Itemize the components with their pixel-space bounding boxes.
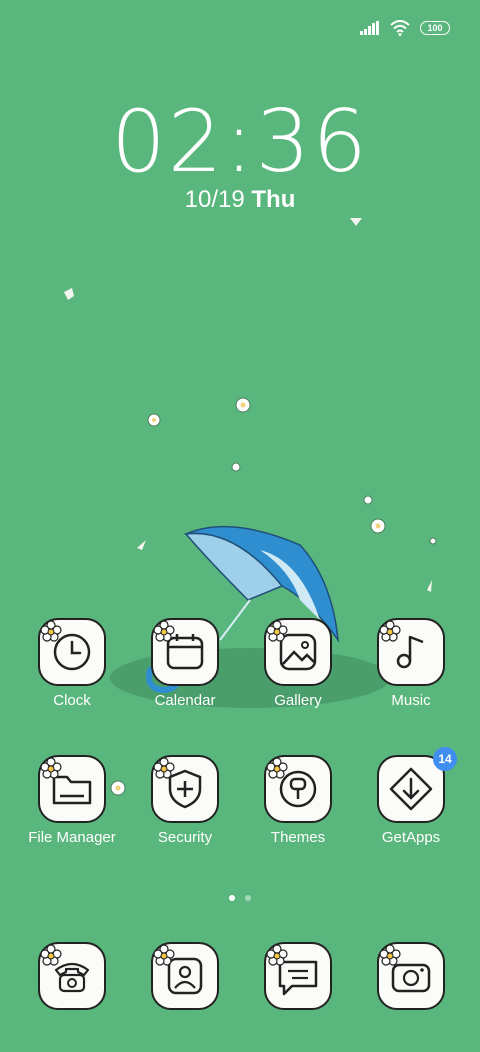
app-calendar[interactable]: Calendar xyxy=(130,618,240,728)
app-music[interactable]: Music xyxy=(356,618,466,728)
app-label: File Manager xyxy=(28,829,116,846)
dock-camera[interactable] xyxy=(356,942,466,1052)
signal-bars-icon xyxy=(360,21,379,35)
app-label: GetApps xyxy=(381,829,441,846)
flower-decoration-icon xyxy=(266,757,288,779)
wifi-icon xyxy=(390,20,410,36)
page-indicator[interactable] xyxy=(0,895,480,901)
flower-decoration-icon xyxy=(40,620,62,642)
page-dot[interactable] xyxy=(245,895,251,901)
flower-decoration-icon xyxy=(153,944,175,966)
app-label: Calendar xyxy=(154,692,216,709)
app-clock[interactable]: Clock xyxy=(17,618,127,728)
flower-decoration-icon xyxy=(379,620,401,642)
flower-decoration-icon xyxy=(266,944,288,966)
flower-decoration-icon xyxy=(40,757,62,779)
app-file-manager[interactable]: File Manager xyxy=(17,755,127,865)
status-bar: 100 xyxy=(360,18,450,38)
battery-indicator: 100 xyxy=(420,21,450,35)
app-label: Security xyxy=(157,829,213,846)
flower-decoration-icon xyxy=(266,620,288,642)
app-label: Themes xyxy=(270,829,326,846)
dock-messages[interactable] xyxy=(243,942,353,1052)
weekday-text: Thu xyxy=(251,186,296,213)
app-label: Clock xyxy=(53,692,91,709)
flower-decoration-icon xyxy=(153,757,175,779)
app-getapps[interactable]: 14 GetApps xyxy=(356,747,466,865)
app-label: Gallery xyxy=(274,692,322,709)
app-security[interactable]: Security xyxy=(130,755,240,865)
lockscreen-time: 02:36 xyxy=(111,92,369,192)
date-text: 10/19 xyxy=(184,186,245,213)
notification-badge: 14 xyxy=(433,747,457,771)
download-icon xyxy=(389,767,433,811)
app-themes[interactable]: Themes xyxy=(243,755,353,865)
lockscreen-date: 10/19 Thu xyxy=(0,186,480,214)
app-gallery[interactable]: Gallery xyxy=(243,618,353,728)
flower-decoration-icon xyxy=(40,944,62,966)
flower-decoration-icon xyxy=(379,944,401,966)
app-label: Music xyxy=(391,692,431,709)
page-dot-active[interactable] xyxy=(229,895,235,901)
flower-decoration-icon xyxy=(153,620,175,642)
dock-contacts[interactable] xyxy=(130,942,240,1052)
dock-phone[interactable] xyxy=(17,942,127,1052)
